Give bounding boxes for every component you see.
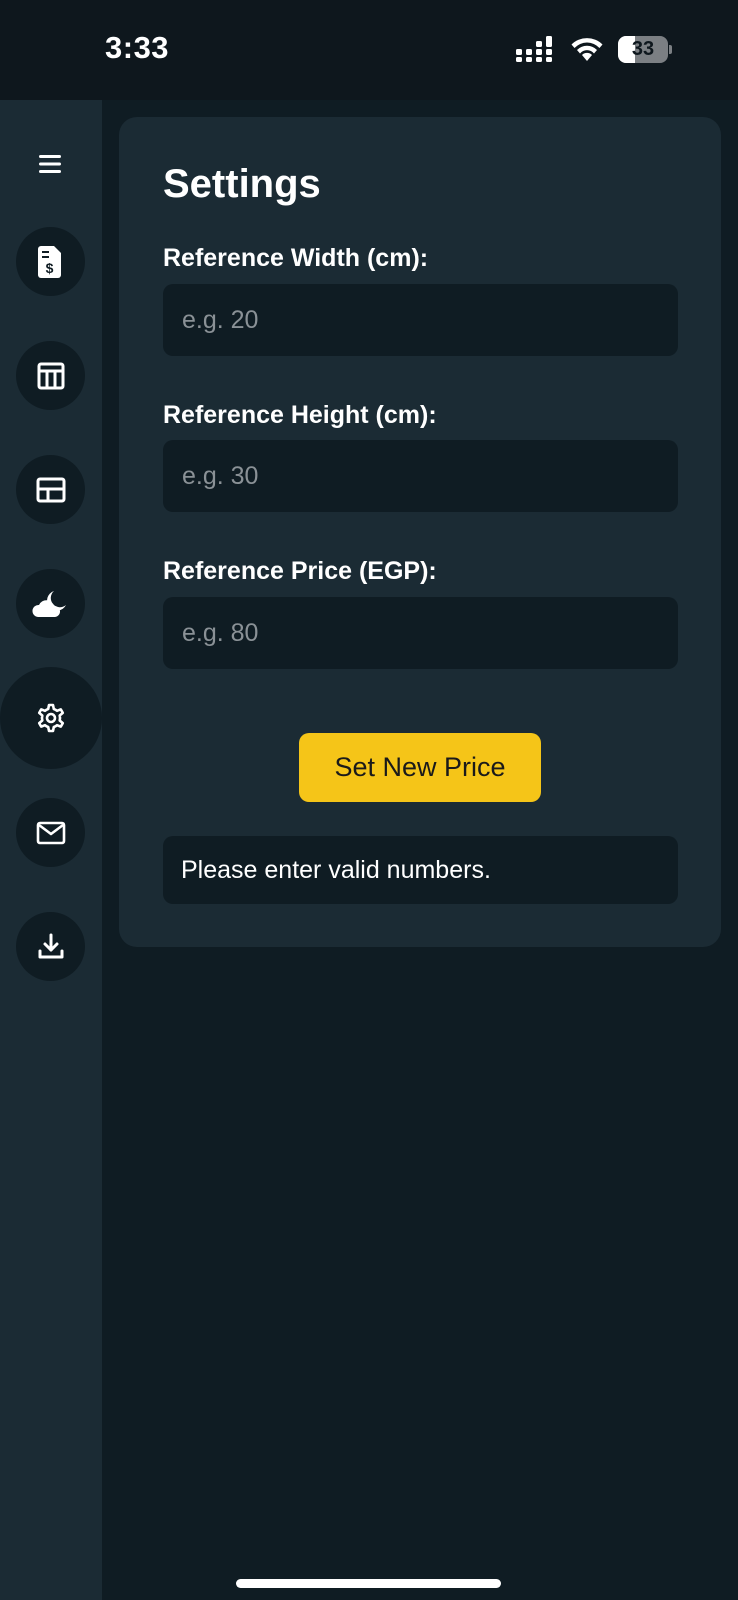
reference-height-input[interactable] <box>163 440 678 512</box>
nav-item-mail[interactable] <box>16 798 85 867</box>
nav-item-settings[interactable] <box>0 667 102 769</box>
home-indicator <box>236 1579 501 1588</box>
gear-icon <box>36 703 66 733</box>
invoice-dollar-icon: $ <box>37 245 64 278</box>
battery-level: 33 <box>631 37 655 60</box>
cellular-signal-icon <box>516 36 556 62</box>
table-layout-icon <box>37 362 65 390</box>
reference-price-input[interactable] <box>163 597 678 669</box>
nav-item-download[interactable] <box>16 912 85 981</box>
settings-card: Settings Reference Width (cm): Reference… <box>119 117 721 947</box>
wifi-icon <box>570 36 604 62</box>
svg-text:$: $ <box>45 260 53 276</box>
battery-cap <box>669 44 672 54</box>
status-icons: 33 <box>516 34 672 64</box>
page-title: Settings <box>163 162 321 206</box>
price-label: Reference Price (EGP): <box>163 557 437 585</box>
nav-item-theme[interactable] <box>16 569 85 638</box>
reference-width-input[interactable] <box>163 284 678 356</box>
status-bar: 3:33 33 <box>0 0 738 100</box>
cloud-moon-icon <box>31 589 70 619</box>
envelope-icon <box>36 821 66 845</box>
battery-icon: 33 <box>618 35 672 63</box>
validation-message: Please enter valid numbers. <box>163 836 678 904</box>
download-icon <box>37 933 65 961</box>
width-label: Reference Width (cm): <box>163 244 429 272</box>
nav-item-table[interactable] <box>16 341 85 410</box>
set-new-price-button[interactable]: Set New Price <box>299 733 541 802</box>
panel-layout-icon <box>36 477 66 503</box>
nav-item-invoice[interactable]: $ <box>16 227 85 296</box>
hamburger-icon[interactable] <box>36 150 64 178</box>
status-time: 3:33 <box>105 30 170 65</box>
height-label: Reference Height (cm): <box>163 401 437 429</box>
sidebar: $ <box>0 100 102 1600</box>
nav-item-layout[interactable] <box>16 455 85 524</box>
